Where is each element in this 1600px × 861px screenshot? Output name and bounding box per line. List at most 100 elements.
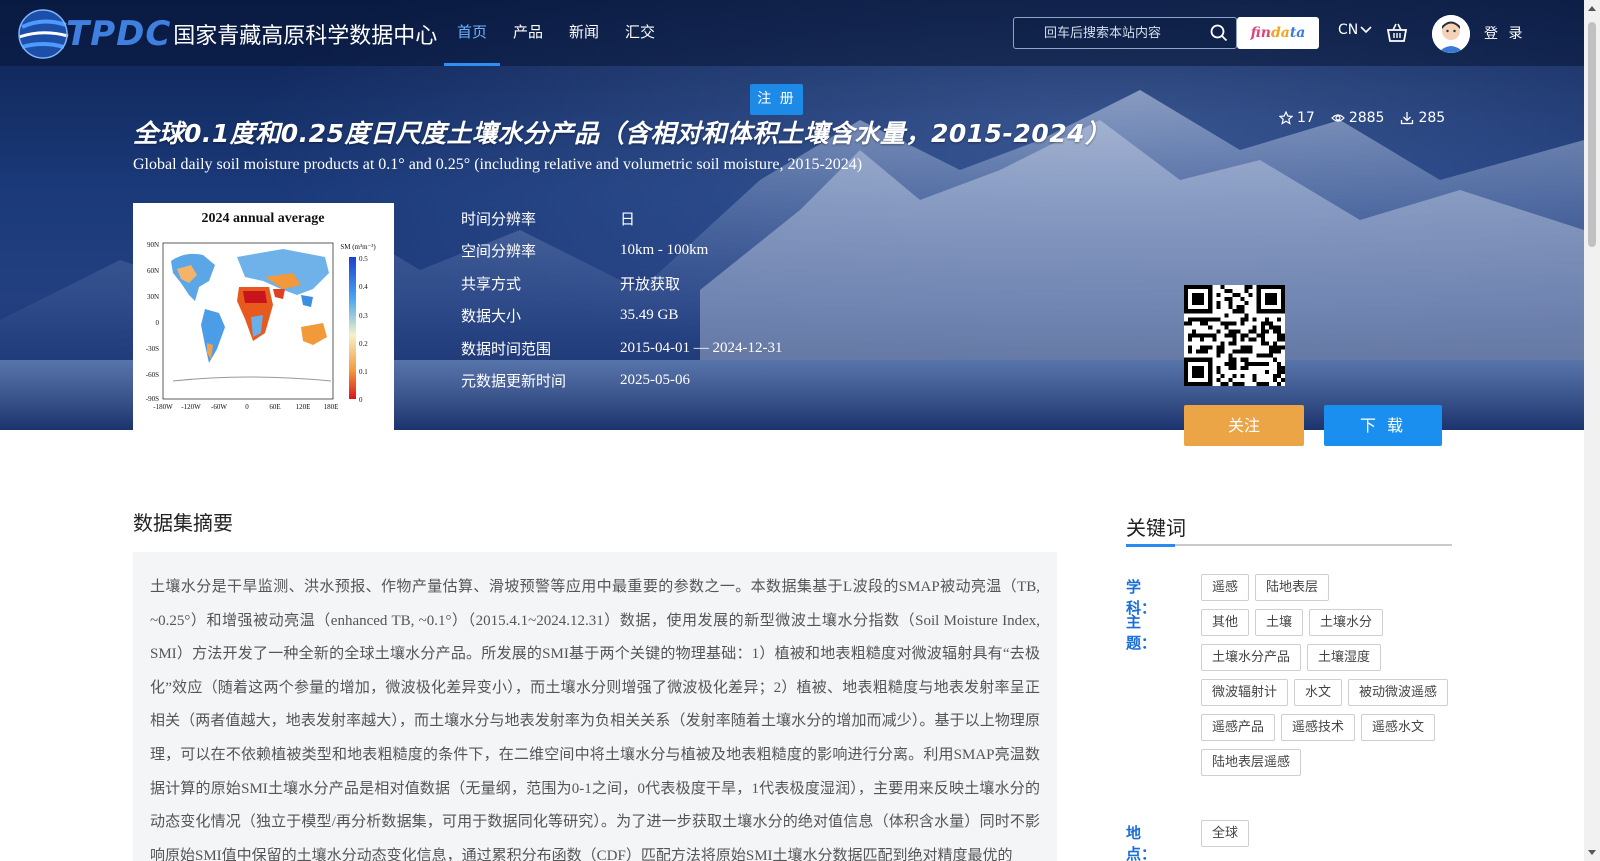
downloads-count: 285 xyxy=(1418,110,1446,126)
keyword-tags: 其他 土壤 土壤水分 土壤水分产品 土壤湿度 微波辐射计 水文 被动微波遥感 遥… xyxy=(1201,609,1461,776)
abstract-heading: 数据集摘要 xyxy=(133,511,233,535)
keywords-divider-accent xyxy=(1126,544,1175,547)
views-count: 2885 xyxy=(1348,110,1385,126)
info-label: 数据时间范围 xyxy=(461,339,552,358)
info-label: 时间分辨率 xyxy=(461,209,537,228)
keyword-tag[interactable]: 其他 xyxy=(1201,609,1250,636)
keyword-tag[interactable]: 土壤湿度 xyxy=(1307,644,1382,671)
site-logo[interactable]: TPDC 国家青藏高原科学数据中心 xyxy=(14,4,437,64)
keyword-tag[interactable]: 全球 xyxy=(1201,820,1250,847)
colorbar-tick: 0.2 xyxy=(359,340,368,348)
info-label: 共享方式 xyxy=(461,274,522,293)
lon-tick: 180E xyxy=(324,403,339,411)
dataset-title-en: Global daily soil moisture products at 0… xyxy=(133,156,863,173)
downloads-stat: 285 xyxy=(1400,110,1445,126)
abstract-text: 土壤水分是干旱监测、洪水预报、作物产量估算、滑坡预警等应用中最重要的参数之一。本… xyxy=(150,579,1040,861)
info-row-sharing: 共享方式 开放获取 xyxy=(461,267,782,300)
keyword-tag[interactable]: 遥感技术 xyxy=(1281,714,1356,741)
nav-news[interactable]: 新闻 xyxy=(556,0,612,66)
keyword-tag[interactable]: 土壤水分产品 xyxy=(1201,644,1302,671)
colorbar-ticks: 0.5 0.4 0.3 0.2 0.1 0 xyxy=(359,255,368,404)
lat-tick: 30N xyxy=(147,293,159,301)
nav-submit[interactable]: 汇交 xyxy=(612,0,668,66)
info-value: 2025-05-06 xyxy=(620,372,690,389)
lon-tick: -120W xyxy=(181,403,201,411)
info-value: 日 xyxy=(620,211,636,228)
keyword-tag[interactable]: 水文 xyxy=(1294,679,1343,706)
language-switcher[interactable]: CN xyxy=(1338,22,1372,38)
map-latitude-ticks: 90N 60N 30N 0 -30S -60S -90S xyxy=(146,241,160,403)
nav-products[interactable]: 产品 xyxy=(500,0,556,66)
scrollbar-thumb[interactable] xyxy=(1588,22,1596,247)
colorbar-tick: 0.5 xyxy=(359,255,368,263)
basket-icon[interactable] xyxy=(1386,22,1408,44)
info-value: 2015-04-01 — 2024-12-31 xyxy=(620,339,783,356)
site-search xyxy=(1013,17,1237,49)
keyword-tag[interactable]: 土壤水分 xyxy=(1309,609,1384,636)
keyword-tags: 全球 xyxy=(1201,820,1461,847)
lon-tick: -180W xyxy=(153,403,173,411)
dataset-stats: 17 2885 285 xyxy=(1279,110,1445,126)
page-scrollbar[interactable] xyxy=(1584,0,1600,861)
logo-chinese-name: 国家青藏高原科学数据中心 xyxy=(173,24,438,49)
scroll-down-arrow-icon[interactable] xyxy=(1588,850,1596,855)
keyword-tag[interactable]: 微波辐射计 xyxy=(1201,679,1289,706)
dataset-info-table: 时间分辨率 日 空间分辨率 10km - 100km 共享方式 开放获取 数据大… xyxy=(461,202,782,397)
info-row-data-size: 数据大小 35.49 GB xyxy=(461,300,782,333)
star-icon xyxy=(1279,111,1293,125)
lat-tick: -90S xyxy=(146,395,159,403)
colorbar xyxy=(349,257,356,399)
keyword-tag[interactable]: 陆地表层 xyxy=(1255,574,1330,601)
user-avatar-icon xyxy=(1432,15,1470,53)
follow-button[interactable]: 关注 xyxy=(1184,405,1304,446)
keyword-tags: 遥感 陆地表层 xyxy=(1201,574,1461,601)
lat-tick: -30S xyxy=(146,345,159,353)
register-button[interactable]: 注 册 xyxy=(750,84,803,115)
views-stat: 2885 xyxy=(1330,110,1385,126)
keyword-tag[interactable]: 陆地表层遥感 xyxy=(1201,749,1302,776)
info-label: 空间分辨率 xyxy=(461,242,537,261)
eye-icon xyxy=(1330,114,1345,122)
info-value: 10km - 100km xyxy=(620,242,709,259)
keyword-tag[interactable]: 遥感 xyxy=(1201,574,1250,601)
main-nav: 首页 产品 新闻 汇交 xyxy=(444,0,668,66)
keyword-tag[interactable]: 遥感水文 xyxy=(1361,714,1436,741)
user-avatar[interactable] xyxy=(1432,15,1470,53)
keyword-tag[interactable]: 遥感产品 xyxy=(1201,714,1276,741)
search-icon[interactable] xyxy=(1210,24,1228,42)
lon-tick: 60E xyxy=(269,403,280,411)
download-button[interactable]: 下 载 xyxy=(1324,405,1442,446)
colorbar-tick: 0.1 xyxy=(359,368,368,376)
keyword-group-label: 主题： xyxy=(1126,613,1157,652)
lat-tick: 60N xyxy=(147,267,159,275)
map-longitude-ticks: -180W -120W -60W 0 60E 120E 180E xyxy=(153,403,338,411)
login-link[interactable]: 登 录 xyxy=(1484,23,1525,43)
lat-tick: 90N xyxy=(147,241,159,249)
hero-banner: TPDC 国家青藏高原科学数据中心 首页 产品 新闻 汇交 findata CN xyxy=(0,0,1584,430)
info-row-temporal-resolution: 时间分辨率 日 xyxy=(461,202,782,235)
info-label: 数据大小 xyxy=(461,307,522,326)
abstract-panel: 土壤水分是干旱监测、洪水预报、作物产量估算、滑坡预警等应用中最重要的参数之一。本… xyxy=(133,552,1057,861)
info-value: 35.49 GB xyxy=(620,307,679,324)
scroll-up-arrow-icon[interactable] xyxy=(1588,6,1596,11)
info-value: 开放获取 xyxy=(620,276,681,293)
dataset-title-cn: 全球0.1度和0.25度日尺度土壤水分产品（含相对和体积土壤含水量，2015-2… xyxy=(133,119,1111,148)
qr-code-image xyxy=(1184,285,1285,386)
info-row-time-range: 数据时间范围 2015-04-01 — 2024-12-31 xyxy=(461,332,782,365)
info-row-spatial-resolution: 空间分辨率 10km - 100km xyxy=(461,235,782,268)
colorbar-tick: 0.4 xyxy=(359,283,368,291)
info-label: 元数据更新时间 xyxy=(461,372,567,391)
dataset-thumbnail[interactable]: 2024 annual average 90N 60N 30N 0 -30S -… xyxy=(133,203,394,430)
colorbar-tick: 0 xyxy=(359,396,363,404)
sahara-shape xyxy=(243,291,267,303)
nav-home[interactable]: 首页 xyxy=(444,0,501,66)
findata-button[interactable]: findata xyxy=(1237,17,1319,49)
top-navigation-bar: TPDC 国家青藏高原科学数据中心 首页 产品 新闻 汇交 findata CN xyxy=(0,0,1584,66)
keyword-tag[interactable]: 被动微波遥感 xyxy=(1348,679,1449,706)
search-input[interactable] xyxy=(1014,18,1204,48)
stars-count: 17 xyxy=(1297,110,1315,126)
thumbnail-title: 2024 annual average xyxy=(202,211,325,226)
stars-stat[interactable]: 17 xyxy=(1279,110,1315,126)
keyword-tag[interactable]: 土壤 xyxy=(1255,609,1304,636)
soil-moisture-map-image: 2024 annual average 90N 60N 30N 0 -30S -… xyxy=(146,211,377,411)
